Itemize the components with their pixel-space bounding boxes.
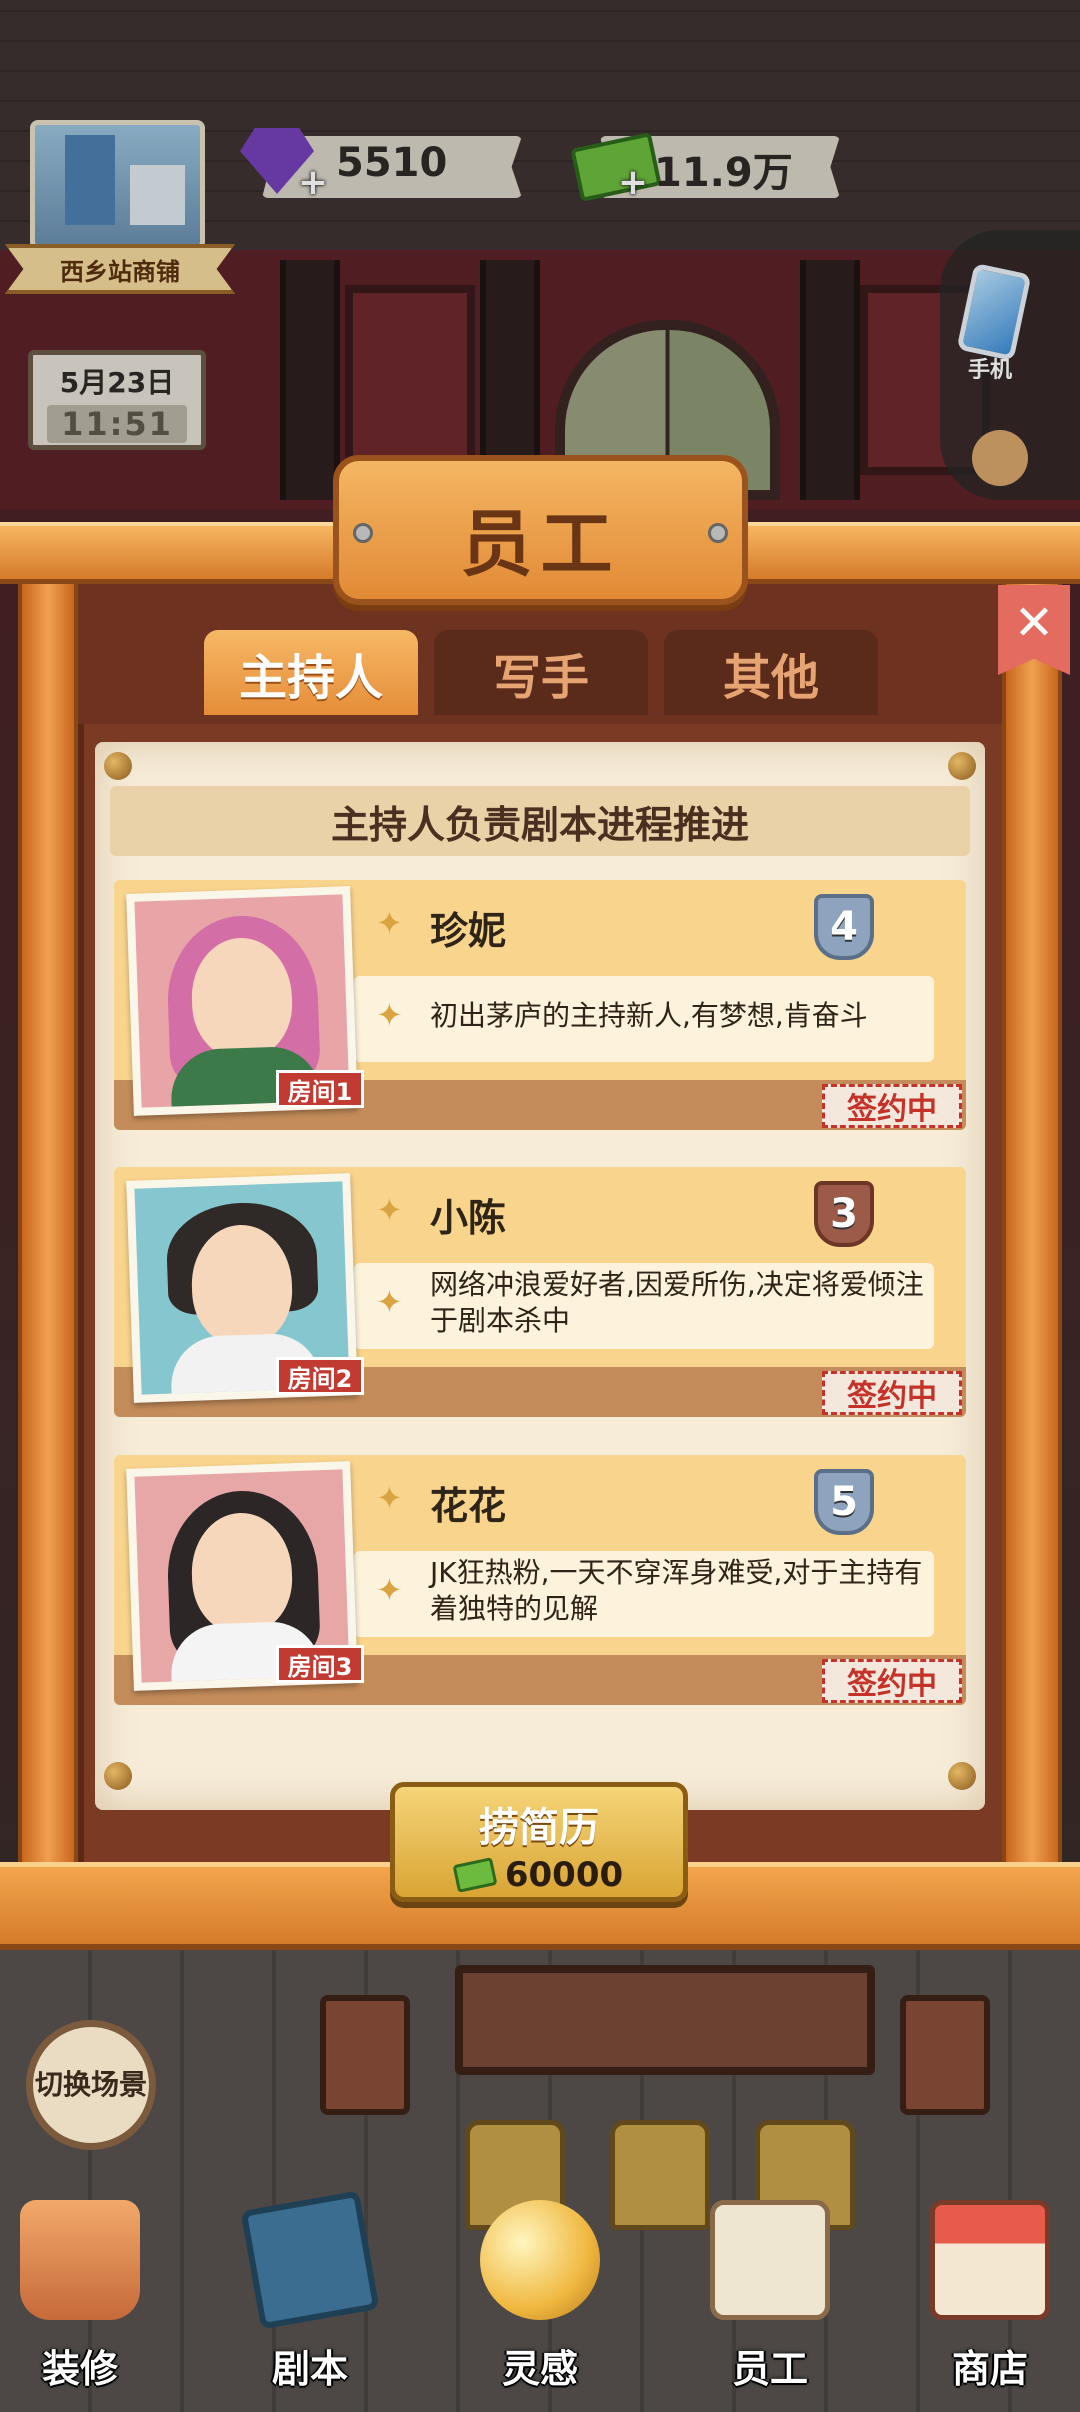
employee-name: 花花 (430, 1484, 507, 1528)
level-badge: 3 (814, 1181, 874, 1247)
nav-shop[interactable]: 商店 (910, 2180, 1070, 2412)
nav-label: 灵感 (501, 2347, 578, 2391)
hire-button-label: 捞简历 (479, 1805, 599, 1851)
house-icon (20, 2200, 140, 2320)
nav-label: 员工 (731, 2347, 808, 2391)
level-badge: 5 (814, 1469, 874, 1535)
employee-desc: 初出茅庐的主持新人,有梦想,肯奋斗 (430, 999, 868, 1032)
nav-inspiration[interactable]: 灵感 (460, 2180, 620, 2412)
contract-status-badge: 签约中 (822, 1084, 962, 1128)
star-icon: ✦ (376, 1571, 403, 1609)
star-icon: ✦ (376, 1283, 403, 1321)
level-badge: 4 (814, 894, 874, 960)
employee-card[interactable]: 房间1 ✦ 珍妮 4 ✦ 初出茅庐的主持新人,有梦想,肯奋斗 签约中 (114, 880, 966, 1130)
hire-resume-button[interactable]: 捞简历 60000 (390, 1782, 688, 1902)
switch-scene-button[interactable]: 切换场景 (26, 2020, 156, 2150)
cash-icon (452, 1857, 498, 1893)
employee-card[interactable]: 房间3 ✦ 花花 5 ✦ JK狂热粉,一天不穿浑身难受,对于主持有着独特的见解 … (114, 1455, 966, 1705)
tab-host[interactable]: 主持人 (204, 630, 418, 715)
script-book-icon (240, 2190, 380, 2330)
tab-other[interactable]: 其他 (664, 630, 878, 715)
hire-cost: 60000 (395, 1855, 683, 1895)
title-sign: 员工 (333, 455, 748, 605)
pin-icon (104, 752, 132, 780)
nav-staff[interactable]: 员工 (690, 2180, 850, 2412)
pin-icon (948, 1762, 976, 1790)
pin-icon (948, 752, 976, 780)
employee-name: 珍妮 (430, 909, 507, 953)
nav-label: 商店 (951, 2347, 1028, 2391)
star-icon: ✦ (376, 1479, 403, 1517)
frame-post-right (1002, 580, 1062, 1870)
shop-icon (930, 2200, 1050, 2320)
crystal-ball-icon (480, 2200, 600, 2320)
nav-label: 剧本 (271, 2347, 348, 2391)
close-icon: ✕ (1013, 595, 1055, 651)
nav-renovate[interactable]: 装修 (0, 2180, 160, 2412)
star-icon: ✦ (376, 904, 403, 942)
frame-post-left (18, 580, 78, 1870)
employee-desc: JK狂热粉,一天不穿浑身难受,对于主持有着独特的见解 (430, 1556, 923, 1625)
staff-badge-icon (710, 2200, 830, 2320)
employee-desc: 网络冲浪爱好者,因爱所伤,决定将爱倾注于剧本杀中 (430, 1268, 924, 1337)
room-tag: 房间1 (276, 1070, 364, 1108)
contract-status-badge: 签约中 (822, 1659, 962, 1703)
nav-script[interactable]: 剧本 (230, 2180, 390, 2412)
contract-status-badge: 签约中 (822, 1371, 962, 1415)
room-tag: 房间2 (276, 1357, 364, 1395)
star-icon: ✦ (376, 996, 403, 1034)
section-subtitle: 主持人负责剧本进程推进 (110, 786, 970, 856)
pin-icon (104, 1762, 132, 1790)
nav-label: 装修 (41, 2347, 118, 2391)
hire-cost-value: 60000 (504, 1855, 624, 1895)
star-icon: ✦ (376, 1191, 403, 1229)
employee-name: 小陈 (430, 1196, 507, 1240)
tab-writer[interactable]: 写手 (434, 630, 648, 715)
employee-card[interactable]: 房间2 ✦ 小陈 3 ✦ 网络冲浪爱好者,因爱所伤,决定将爱倾注于剧本杀中 签约… (114, 1167, 966, 1417)
room-tag: 房间3 (276, 1645, 364, 1683)
modal-title: 员工 (460, 502, 621, 586)
